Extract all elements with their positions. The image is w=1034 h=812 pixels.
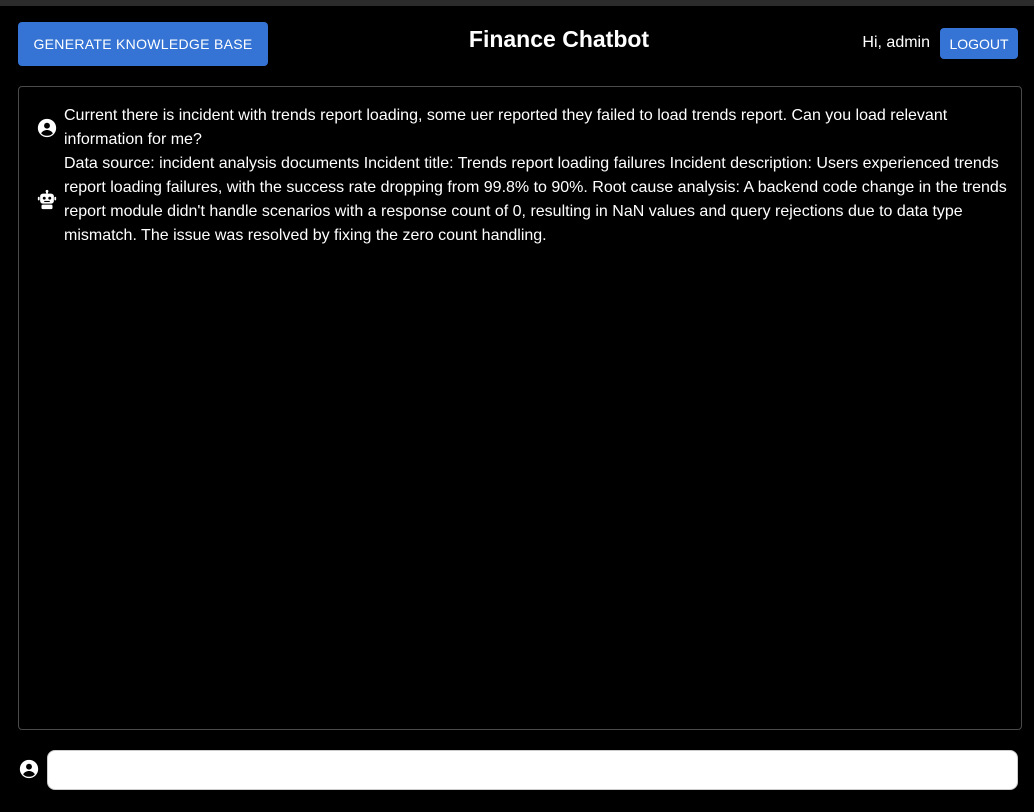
user-message: Current there is incident with trends re… [19,104,1021,152]
bot-message: Data source: incident analysis documents… [19,152,1021,248]
robot-icon [35,188,59,212]
page-title: Finance Chatbot [468,26,650,52]
message-input-container [47,750,1018,790]
user-greeting: Hi, admin [862,34,930,51]
logout-button[interactable]: LOGOUT [940,28,1018,59]
chat-history-panel: Current there is incident with trends re… [18,86,1022,730]
message-input[interactable] [48,751,1017,789]
bot-message-text: Data source: incident analysis documents… [64,155,1007,244]
user-message-text: Current there is incident with trends re… [64,107,948,148]
user-avatar-icon [35,116,59,140]
generate-knowledge-base-button[interactable]: GENERATE KNOWLEDGE BASE [18,22,268,66]
user-avatar-icon [18,758,42,782]
app-window: GENERATE KNOWLEDGE BASE Finance Chatbot … [0,6,1034,812]
